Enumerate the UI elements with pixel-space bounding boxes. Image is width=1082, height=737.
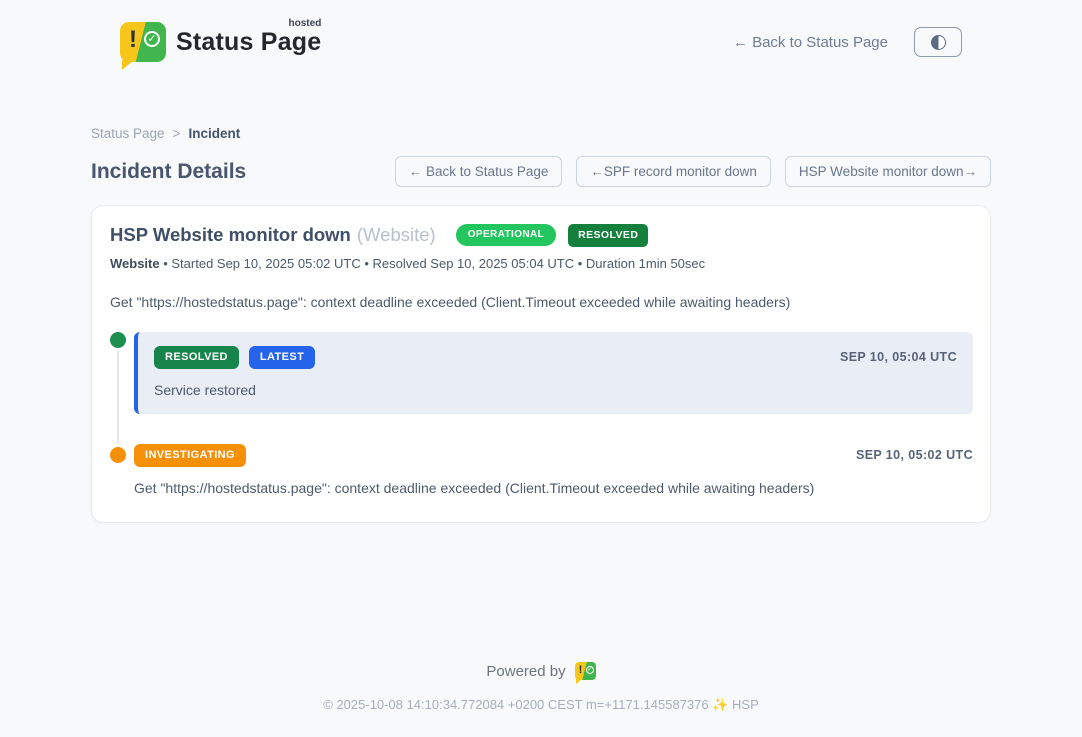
timeline-entry-box: RESOLVED LATEST SEP 10, 05:04 UTC Servic… <box>134 332 973 414</box>
incident-scope: (Website) <box>357 224 436 246</box>
incident-title: HSP Website monitor down <box>110 224 351 246</box>
powered-by-label: Powered by <box>486 663 565 680</box>
header-actions: ← Back to Status Page <box>733 27 962 57</box>
hsp-logo-icon[interactable]: ! ✓ <box>575 662 596 680</box>
copyright-text: © 2025-10-08 14:10:34.772084 +0200 CEST … <box>0 697 1082 713</box>
resolved-status-badge: RESOLVED <box>568 224 648 247</box>
main-content: Status Page > Incident Incident Details … <box>91 126 991 523</box>
logo-text: Status Page hosted <box>176 22 321 57</box>
incident-nav-buttons: ← Back to Status Page ←SPF record monito… <box>395 156 991 187</box>
check-icon: ✓ <box>586 666 594 674</box>
incident-title-row: HSP Website monitor down (Website) OPERA… <box>110 224 973 247</box>
timeline-entry-investigating: INVESTIGATING SEP 10, 05:02 UTC Get "htt… <box>110 444 973 496</box>
timeline-badges: RESOLVED LATEST <box>154 346 315 369</box>
incident-timeline: RESOLVED LATEST SEP 10, 05:04 UTC Servic… <box>110 332 973 496</box>
logo-title: Status Page <box>176 28 321 56</box>
exclamation-icon: ! <box>129 26 137 54</box>
logo-tail <box>576 679 582 684</box>
timeline-badges: INVESTIGATING <box>134 444 246 467</box>
header: ! ✓ Status Page hosted ← Back to Status … <box>0 0 1082 70</box>
breadcrumb-status-page[interactable]: Status Page <box>91 126 165 141</box>
back-to-status-page-button[interactable]: ← Back to Status Page <box>395 156 563 187</box>
title-row: Incident Details ← Back to Status Page ←… <box>91 156 991 187</box>
exclamation-icon: ! <box>579 664 583 676</box>
timeline-entry-resolved: RESOLVED LATEST SEP 10, 05:04 UTC Servic… <box>110 332 973 414</box>
timeline-message: Service restored <box>154 382 957 398</box>
timeline-timestamp: SEP 10, 05:04 UTC <box>840 350 957 364</box>
resolved-badge: RESOLVED <box>154 346 239 369</box>
logo-bubble-icon: ! ✓ <box>120 22 166 62</box>
breadcrumb-separator: > <box>173 126 181 141</box>
incident-card: HSP Website monitor down (Website) OPERA… <box>91 205 991 523</box>
half-circle-icon <box>931 35 946 50</box>
incident-description: Get "https://hostedstatus.page": context… <box>110 294 973 310</box>
timeline-dot-green-icon <box>110 332 126 348</box>
investigating-badge: INVESTIGATING <box>134 444 246 467</box>
status-page-logo[interactable]: ! ✓ Status Page hosted <box>120 22 321 62</box>
logo-tail <box>122 60 134 70</box>
logo-hosted-label: hosted <box>289 18 322 29</box>
footer: Powered by ! ✓ © 2025-10-08 14:10:34.772… <box>0 662 1082 713</box>
breadcrumb-incident: Incident <box>188 126 240 141</box>
latest-badge: LATEST <box>249 346 315 369</box>
incident-meta: Website • Started Sep 10, 2025 05:02 UTC… <box>110 256 973 271</box>
incident-service: Website <box>110 256 160 271</box>
operational-badge: OPERATIONAL <box>456 224 556 246</box>
previous-incident-button[interactable]: ←SPF record monitor down <box>576 156 771 187</box>
timeline-message: Get "https://hostedstatus.page": context… <box>134 480 973 496</box>
incident-meta-details: • Started Sep 10, 2025 05:02 UTC • Resol… <box>160 256 706 271</box>
back-to-status-page-link[interactable]: ← Back to Status Page <box>733 34 888 51</box>
powered-by: Powered by ! ✓ <box>0 662 1082 680</box>
timeline-timestamp: SEP 10, 05:02 UTC <box>856 448 973 462</box>
theme-toggle-button[interactable] <box>914 27 962 57</box>
check-icon: ✓ <box>144 31 160 47</box>
breadcrumb: Status Page > Incident <box>91 126 991 141</box>
page-title: Incident Details <box>91 160 246 184</box>
timeline-dot-orange-icon <box>110 447 126 463</box>
next-incident-button[interactable]: HSP Website monitor down→ <box>785 156 991 187</box>
timeline-entry-header: INVESTIGATING SEP 10, 05:02 UTC <box>134 444 973 467</box>
timeline-entry-header: RESOLVED LATEST SEP 10, 05:04 UTC <box>154 346 957 369</box>
